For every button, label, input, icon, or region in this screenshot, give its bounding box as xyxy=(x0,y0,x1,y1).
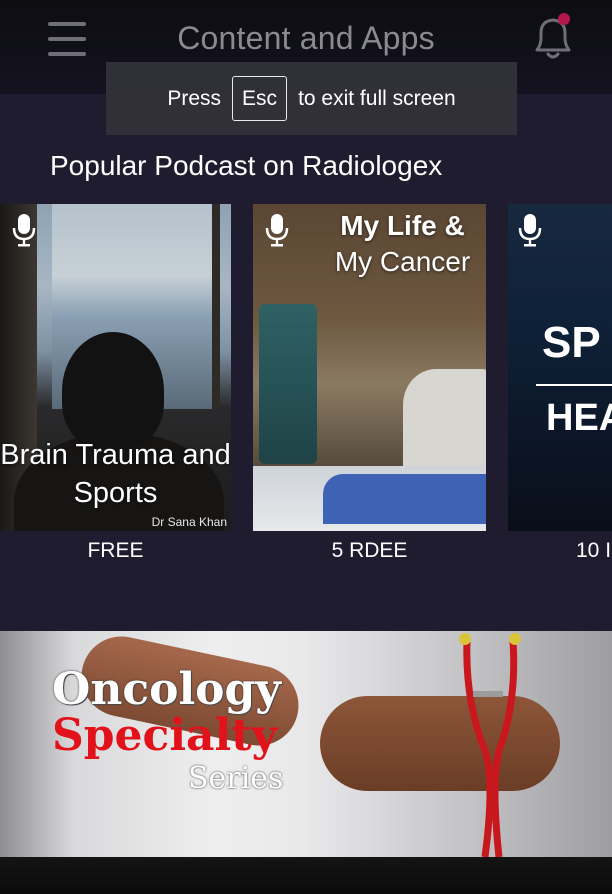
title-divider xyxy=(536,384,612,386)
bottom-bar xyxy=(0,857,612,894)
microphone-icon xyxy=(518,214,542,247)
toast-prefix: Press xyxy=(167,86,222,110)
app-screen: Content and Apps Press Esc to exit full … xyxy=(0,0,612,894)
banner-line1: Oncology xyxy=(52,664,281,715)
podcast-price: 5 RDEE xyxy=(331,539,408,562)
stethoscope-icon xyxy=(459,633,521,857)
notification-dot xyxy=(558,13,570,25)
toast-suffix: to exit full screen xyxy=(298,86,456,110)
podcast-card-my-life-my-cancer[interactable]: My Life & My Cancer xyxy=(253,204,486,531)
page-title: Content and Apps xyxy=(177,20,435,56)
microphone-icon xyxy=(265,214,289,247)
podcast-title: My Life & My Cancer xyxy=(323,208,482,281)
banner-text: Oncology Specialty Series xyxy=(52,664,284,797)
banner-line2: Specialty xyxy=(52,710,278,762)
podcast-title-line2: HEA xyxy=(546,397,612,439)
banner-line3: Series xyxy=(188,761,284,797)
fullscreen-exit-toast: Press Esc to exit full screen xyxy=(106,62,517,135)
podcast-title-line2: My Cancer xyxy=(334,246,471,278)
podcast-title-line1: My Life & xyxy=(340,210,465,241)
podcast-card-brain-trauma[interactable]: Brain Trauma and Sports Dr Sana Khan xyxy=(0,204,231,531)
section-title: Popular Podcast on Radiologex xyxy=(50,150,443,181)
podcast-title-line1: SP xyxy=(542,318,601,367)
podcast-price: FREE xyxy=(87,539,144,562)
podcast-author: Dr Sana Khan xyxy=(151,515,227,529)
notification-bell-icon[interactable] xyxy=(530,13,576,64)
oncology-series-banner[interactable]: Oncology Specialty Series xyxy=(0,631,612,857)
esc-key-hint: Esc xyxy=(232,76,288,121)
microphone-icon xyxy=(12,214,36,247)
podcast-card-partial[interactable]: SP HEA xyxy=(508,204,612,531)
podcast-title: Brain Trauma and Sports xyxy=(0,439,231,509)
podcast-price: 10 I xyxy=(576,539,612,562)
